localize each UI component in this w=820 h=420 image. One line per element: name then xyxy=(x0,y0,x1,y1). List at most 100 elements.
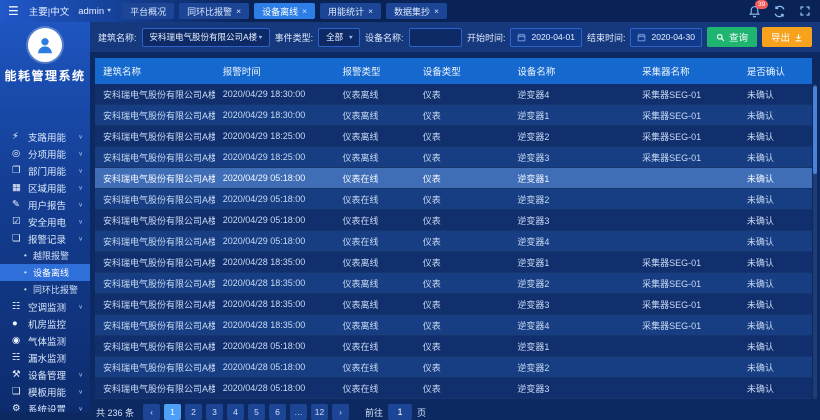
sidebar-subitem-设备离线[interactable]: •设备离线 xyxy=(0,264,90,281)
export-button[interactable]: 导出 xyxy=(762,27,812,47)
page-button-4[interactable]: 4 xyxy=(227,404,244,420)
tab-close-icon[interactable]: × xyxy=(434,6,439,16)
building-select[interactable]: 安科瑞电气股份有限公司A楼 ▼ xyxy=(142,28,270,47)
goto-page-input[interactable]: 1 xyxy=(388,404,412,420)
table-row[interactable]: 安科瑞电气股份有限公司A楼2020/04/29 18:25:00仪表离线仪表逆变… xyxy=(95,147,812,168)
next-page-button[interactable]: › xyxy=(332,404,349,420)
tab-平台概况[interactable]: 平台概况 xyxy=(122,3,174,19)
hamburger-menu-icon[interactable]: ☰ xyxy=(8,5,19,17)
end-date-input[interactable]: 2020-04-30 xyxy=(630,28,701,47)
sidebar-item-报警记录[interactable]: ❏报警记录∨ xyxy=(0,230,90,247)
table-cell xyxy=(634,357,739,378)
table-cell: 安科瑞电气股份有限公司A楼 xyxy=(95,273,215,294)
chevron-down-icon: ∨ xyxy=(78,133,83,140)
table-cell: 仪表 xyxy=(415,336,510,357)
search-button-label: 查询 xyxy=(729,30,748,44)
table-row[interactable]: 安科瑞电气股份有限公司A楼2020/04/29 05:18:00仪表在线仪表逆变… xyxy=(95,168,812,189)
safe-power-icon: ☑ xyxy=(12,216,28,227)
page-button-2[interactable]: 2 xyxy=(185,404,202,420)
table-cell: 仪表离线 xyxy=(334,147,414,168)
table-cell: 2020/04/29 18:30:00 xyxy=(215,84,335,105)
page-button-6[interactable]: 6 xyxy=(269,404,286,420)
table-row[interactable]: 安科瑞电气股份有限公司A楼2020/04/28 05:18:00仪表在线仪表逆变… xyxy=(95,357,812,378)
table-cell: 安科瑞电气股份有限公司A楼 xyxy=(95,147,215,168)
sidebar-item-label: 设备管理 xyxy=(28,368,78,382)
leak-monitor-icon: ☵ xyxy=(12,352,28,363)
top-bar: ☰ 主要|中文 admin ▼ 平台概况同环比报警× 设备离线× 用能统计× 数据集抄… xyxy=(0,0,820,22)
tab-close-icon[interactable]: × xyxy=(302,6,307,16)
table-cell: 仪表 xyxy=(415,357,510,378)
tab-用能统计[interactable]: 用能统计× xyxy=(320,3,381,19)
sidebar-item-分项用能[interactable]: ◎分项用能∨ xyxy=(0,145,90,162)
table-row[interactable]: 安科瑞电气股份有限公司A楼2020/04/29 05:18:00仪表在线仪表逆变… xyxy=(95,210,812,231)
sidebar-item-label: 部门用能 xyxy=(28,164,78,178)
sidebar-item-漏水监测[interactable]: ☵漏水监测 xyxy=(0,349,90,366)
tab-数据集抄[interactable]: 数据集抄 × xyxy=(386,3,447,19)
fullscreen-icon[interactable] xyxy=(797,4,812,19)
table-row[interactable]: 安科瑞电气股份有限公司A楼2020/04/28 18:35:00仪表离线仪表逆变… xyxy=(95,294,812,315)
alarm-table-container: 建筑名称报警时间报警类型设备类型设备名称采集器名称是否确认 安科瑞电气股份有限公… xyxy=(95,58,812,399)
sidebar-item-支路用能[interactable]: ⚡支路用能∨ xyxy=(0,128,90,145)
device-name-input[interactable] xyxy=(409,28,462,47)
locale-switcher[interactable]: 主要|中文 xyxy=(29,4,69,18)
page-button-12[interactable]: 12 xyxy=(311,404,328,420)
device-manage-icon: ⚒ xyxy=(12,369,28,380)
table-row[interactable]: 安科瑞电气股份有限公司A楼2020/04/28 05:18:00仪表在线仪表逆变… xyxy=(95,336,812,357)
table-row[interactable]: 安科瑞电气股份有限公司A楼2020/04/28 18:35:00仪表离线仪表逆变… xyxy=(95,252,812,273)
username: admin xyxy=(78,6,104,17)
sidebar-item-用户报告[interactable]: ✎用户报告∨ xyxy=(0,196,90,213)
sidebar-item-空调监测[interactable]: ☷空调监测∨ xyxy=(0,298,90,315)
total-count: 共 236 条 xyxy=(96,406,134,419)
tab-设备离线[interactable]: 设备离线× xyxy=(254,3,315,19)
table-cell: 未确认 xyxy=(739,231,812,252)
event-type-select[interactable]: 全部 ▼ xyxy=(318,28,360,47)
sidebar-subitem-同环比报警[interactable]: •同环比报警 xyxy=(0,281,90,298)
table-row[interactable]: 安科瑞电气股份有限公司A楼2020/04/29 05:18:00仪表在线仪表逆变… xyxy=(95,231,812,252)
sidebar-item-label: 漏水监测 xyxy=(28,351,83,365)
table-cell: 2020/04/28 18:35:00 xyxy=(215,273,335,294)
sidebar-item-区域用能[interactable]: ▦区域用能∨ xyxy=(0,179,90,196)
alarm-record-icon: ❏ xyxy=(12,233,28,244)
sidebar-item-机房监控[interactable]: ●机房监控 xyxy=(0,315,90,332)
table-row[interactable]: 安科瑞电气股份有限公司A楼2020/04/29 05:18:00仪表在线仪表逆变… xyxy=(95,189,812,210)
sidebar-item-系统设置[interactable]: ⚙系统设置∨ xyxy=(0,400,90,412)
page-button-1[interactable]: 1 xyxy=(164,404,181,420)
table-cell: 安科瑞电气股份有限公司A楼 xyxy=(95,105,215,126)
table-cell: 仪表 xyxy=(415,105,510,126)
sidebar-item-模板用能[interactable]: ❑模板用能∨ xyxy=(0,383,90,400)
table-row[interactable]: 安科瑞电气股份有限公司A楼2020/04/29 18:30:00仪表离线仪表逆变… xyxy=(95,105,812,126)
table-row[interactable]: 安科瑞电气股份有限公司A楼2020/04/28 18:35:00仪表离线仪表逆变… xyxy=(95,315,812,336)
table-cell: 未确认 xyxy=(739,210,812,231)
tab-close-icon[interactable]: × xyxy=(236,6,241,16)
sidebar-item-设备管理[interactable]: ⚒设备管理∨ xyxy=(0,366,90,383)
event-type-select-value: 全部 xyxy=(326,31,343,43)
table-cell: 逆变器1 xyxy=(509,252,634,273)
page-button-5[interactable]: 5 xyxy=(248,404,265,420)
tab-close-icon[interactable]: × xyxy=(368,6,373,16)
table-row[interactable]: 安科瑞电气股份有限公司A楼2020/04/29 18:30:00仪表离线仪表逆变… xyxy=(95,84,812,105)
page-button-3[interactable]: 3 xyxy=(206,404,223,420)
tab-label: 数据集抄 xyxy=(394,5,430,18)
table-row[interactable]: 安科瑞电气股份有限公司A楼2020/04/28 18:35:00仪表离线仪表逆变… xyxy=(95,273,812,294)
vertical-scrollbar[interactable] xyxy=(813,84,817,399)
tab-同环比报警[interactable]: 同环比报警× xyxy=(179,3,249,19)
search-button[interactable]: 查询 xyxy=(707,27,757,47)
table-row[interactable]: 安科瑞电气股份有限公司A楼2020/04/28 05:18:00仪表在线仪表逆变… xyxy=(95,378,812,399)
column-header: 设备类型 xyxy=(415,58,510,84)
sidebar-item-气体监测[interactable]: ◉气体监测 xyxy=(0,332,90,349)
notification-bell-icon[interactable]: 39 xyxy=(747,4,762,19)
prev-page-button[interactable]: ‹ xyxy=(143,404,160,420)
calendar-icon xyxy=(637,33,646,42)
sidebar-subitem-越限报警[interactable]: •越限报警 xyxy=(0,247,90,264)
sidebar-item-安全用电[interactable]: ☑安全用电∨ xyxy=(0,213,90,230)
alarm-table: 建筑名称报警时间报警类型设备类型设备名称采集器名称是否确认 安科瑞电气股份有限公… xyxy=(95,58,812,399)
start-date-input[interactable]: 2020-04-01 xyxy=(510,28,581,47)
scrollbar-thumb[interactable] xyxy=(813,86,817,174)
user-menu[interactable]: admin ▼ xyxy=(78,6,112,17)
subentry-energy-icon: ◎ xyxy=(12,148,28,159)
table-cell: 未确认 xyxy=(739,357,812,378)
tab-label: 平台概况 xyxy=(130,5,166,18)
sidebar-item-部门用能[interactable]: ❐部门用能∨ xyxy=(0,162,90,179)
refresh-icon[interactable] xyxy=(772,4,787,19)
table-row[interactable]: 安科瑞电气股份有限公司A楼2020/04/29 18:25:00仪表离线仪表逆变… xyxy=(95,126,812,147)
